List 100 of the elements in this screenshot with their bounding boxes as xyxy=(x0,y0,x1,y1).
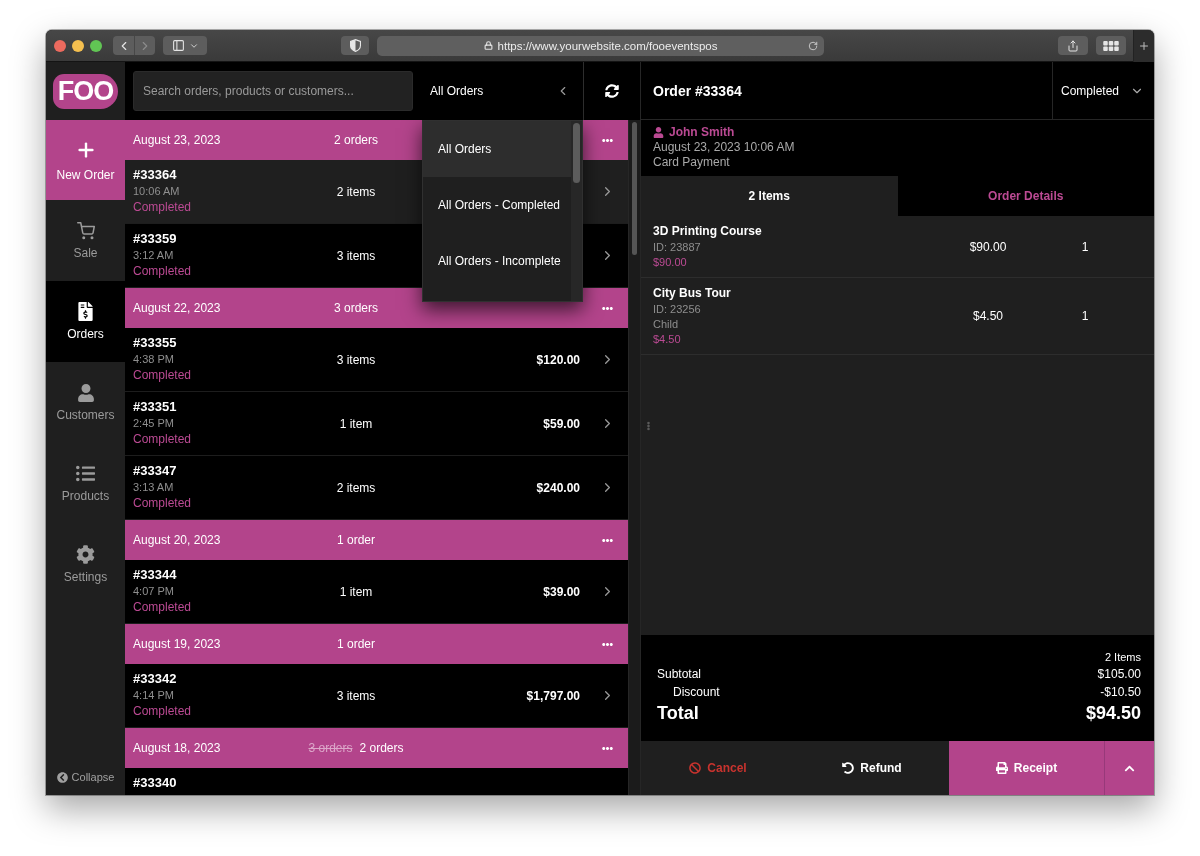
back-button[interactable] xyxy=(113,36,134,55)
order-number: #33340 xyxy=(133,774,177,791)
receipt-button[interactable]: Receipt xyxy=(949,741,1104,795)
summary-value: $105.00 xyxy=(1097,667,1141,681)
close-window-icon[interactable] xyxy=(54,39,66,52)
summary-value: $94.50 xyxy=(1085,702,1141,724)
group-date: August 18, 2023 xyxy=(133,741,221,755)
scrollbar-thumb[interactable] xyxy=(632,122,637,255)
order-number: #33359 xyxy=(133,230,177,247)
drag-handle-icon[interactable] xyxy=(644,421,653,430)
status-select[interactable]: Completed xyxy=(1052,62,1154,119)
cart-icon xyxy=(76,221,95,240)
order-status: Completed xyxy=(133,599,192,615)
nav-item[interactable]: Settings xyxy=(46,524,125,605)
order-number: #33355 xyxy=(133,334,177,351)
summary-value: -$10.50 xyxy=(1100,685,1141,699)
privacy-button[interactable] xyxy=(341,36,369,55)
lock-icon xyxy=(483,41,493,50)
menu-item[interactable]: All Orders - Incomplete xyxy=(423,233,571,289)
summary-item-count: 2 Items xyxy=(1104,651,1141,663)
order-title: Order #33364 xyxy=(653,82,742,99)
group-date: August 20, 2023 xyxy=(133,533,221,547)
undo-icon xyxy=(842,762,855,774)
order-number: #33364 xyxy=(133,166,177,183)
order-time: 10:06 AM xyxy=(133,184,180,199)
new-order-button[interactable]: New Order xyxy=(46,120,125,200)
order-count: 1 order xyxy=(337,637,375,651)
printer-icon xyxy=(995,762,1008,774)
payment-method: Card Payment xyxy=(653,155,730,170)
plus-icon xyxy=(1138,39,1150,52)
order-date: August 23, 2023 10:06 AM xyxy=(653,140,795,155)
line-price: $90.00 xyxy=(969,239,1007,254)
grid-icon xyxy=(1103,40,1119,51)
collapse-button[interactable]: Collapse xyxy=(56,771,115,783)
invoice-icon xyxy=(76,302,95,321)
logo: FOO xyxy=(53,73,118,109)
item-count: 2 items xyxy=(336,480,376,495)
order-time: 2:45 PM xyxy=(133,416,174,431)
order-count: 2 orders xyxy=(359,741,404,755)
order-total: $39.00 xyxy=(543,584,580,599)
unit-price: $4.50 xyxy=(653,332,681,347)
person-icon xyxy=(653,127,664,138)
line-price: $4.50 xyxy=(973,309,1003,323)
order-total: $240.00 xyxy=(536,480,580,495)
person-icon xyxy=(76,383,95,402)
address-field[interactable]: https://www.yourwebsite.com/fooeventspos xyxy=(377,35,824,56)
product-name: 3D Printing Course xyxy=(653,223,762,240)
minimize-window-icon[interactable] xyxy=(72,39,84,52)
list-icon xyxy=(76,464,95,483)
nav-item[interactable]: Products xyxy=(46,443,125,524)
order-time: 4:14 PM xyxy=(133,688,174,703)
order-count: 3 orders xyxy=(334,301,378,315)
new-tab-button[interactable] xyxy=(1133,30,1154,62)
previous-order-count: 3 orders xyxy=(308,741,353,755)
order-time: 3:13 AM xyxy=(133,480,174,495)
order-status: Completed xyxy=(133,367,192,383)
order-number: #33347 xyxy=(133,462,177,479)
item-count: 2 items xyxy=(336,184,376,199)
unit-price: $90.00 xyxy=(653,255,687,270)
group-date: August 22, 2023 xyxy=(133,301,221,315)
summary-label: Discount xyxy=(673,685,720,699)
nav-item[interactable]: Orders xyxy=(46,281,125,362)
order-number: #33342 xyxy=(133,670,177,687)
ban-icon xyxy=(689,762,702,774)
group-date: August 19, 2023 xyxy=(133,637,221,651)
order-total: $120.00 xyxy=(536,352,580,367)
order-count: 1 order xyxy=(337,533,375,547)
order-number: #33344 xyxy=(133,566,177,583)
search-field[interactable]: Search orders, products or customers... xyxy=(133,71,413,111)
product-id: ID: 23256 xyxy=(653,302,701,317)
product-id: ID: 23887 xyxy=(653,240,701,255)
refresh-icon xyxy=(605,84,619,98)
shield-icon xyxy=(349,39,361,52)
customer-name: John Smith xyxy=(669,125,735,140)
sidebar-toggle-button[interactable] xyxy=(163,36,207,55)
menu-item[interactable]: All Orders xyxy=(423,121,571,177)
reload-icon[interactable] xyxy=(808,40,818,51)
chevron-left-icon xyxy=(56,771,68,783)
nav-item[interactable]: Sale xyxy=(46,200,125,281)
nav-item[interactable]: Customers xyxy=(46,362,125,443)
order-status: Completed xyxy=(133,703,192,719)
share-icon xyxy=(1067,39,1079,52)
product-name: City Bus Tour xyxy=(653,285,731,302)
group-date: August 23, 2023 xyxy=(133,133,221,147)
item-count: 3 items xyxy=(336,688,376,703)
order-status: Completed xyxy=(133,263,192,279)
share-button[interactable] xyxy=(1058,36,1088,55)
order-count: 2 orders xyxy=(334,133,378,147)
item-count: 3 items xyxy=(336,248,376,263)
product-variant: Child xyxy=(653,317,679,332)
order-status: Completed xyxy=(133,495,192,511)
order-time: 3:12 AM xyxy=(133,248,174,263)
zoom-window-icon[interactable] xyxy=(90,39,102,52)
item-count: 1 item xyxy=(339,584,373,599)
order-time: 4:38 PM xyxy=(133,352,174,367)
tab-overview-button[interactable] xyxy=(1096,36,1126,55)
tab[interactable]: 2 Items xyxy=(641,176,898,216)
order-number: #33351 xyxy=(133,398,177,415)
scrollbar-thumb[interactable] xyxy=(573,123,580,183)
filter-select[interactable]: All Orders xyxy=(413,62,583,120)
